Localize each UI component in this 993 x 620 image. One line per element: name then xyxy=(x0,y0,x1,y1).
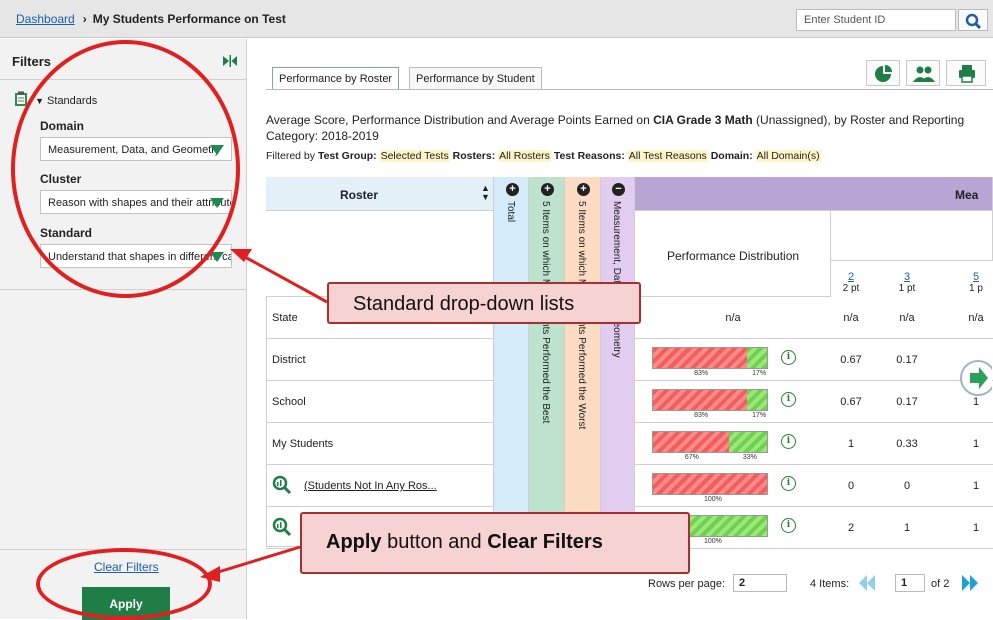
callout-apply-mid: button and xyxy=(381,531,488,553)
callout-apply-bold: Apply xyxy=(326,531,382,553)
callout-apply-end: Clear Filters xyxy=(487,531,603,553)
callout-apply: Apply button and Clear Filters xyxy=(300,512,690,574)
callout-dropdowns: Standard drop-down lists xyxy=(327,282,641,324)
